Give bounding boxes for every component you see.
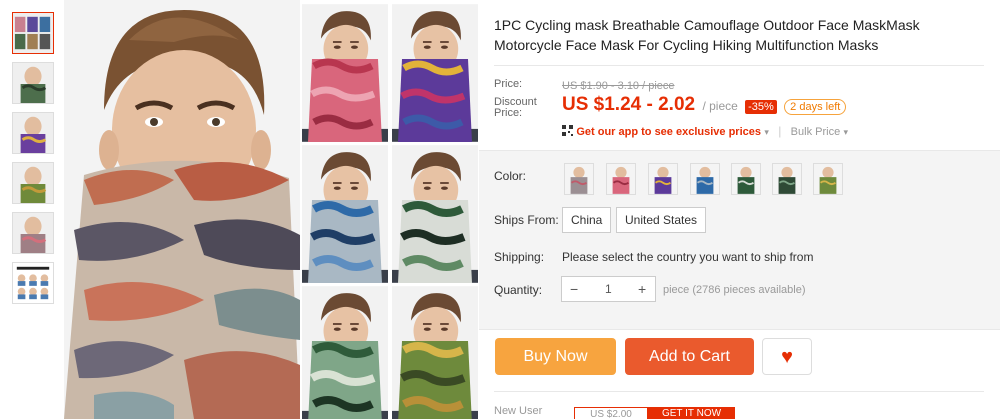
original-price-value: US $1.90 - 3.10 / piece [562,80,675,92]
color-swatch-yellow[interactable] [813,163,843,195]
title-divider [494,65,984,66]
app-promo-link[interactable]: Get our app to see exclusive prices [576,126,761,138]
color-swatch-blue[interactable] [690,163,720,195]
variant-image-yellow-camo[interactable] [392,286,478,419]
discount-price-row: US $1.24 - 2.02 / piece -35% 2 days left [562,94,847,116]
thumbnail-jungle-camo[interactable] [12,162,54,204]
quantity-minus-button[interactable]: − [570,277,578,301]
heart-icon: ♥ [781,346,793,368]
bottom-divider [494,391,984,392]
wishlist-button[interactable]: ♥ [762,338,812,375]
thumbnail-collage[interactable] [12,12,54,54]
get-it-now-button[interactable]: GET IT NOW [648,407,735,419]
quantity-stepper: − 1 + [561,276,656,302]
color-swatch-dark[interactable] [772,163,802,195]
quantity-input[interactable]: 1 [605,277,612,301]
thumbnail-list [12,12,56,312]
original-price: US $1.90 - 3.10 / piece [562,78,675,92]
variant-image-forest-camo[interactable] [302,286,388,419]
variant-image-green-camo[interactable] [392,145,478,283]
thumbnail-pink-gray[interactable] [12,212,54,254]
qr-code-icon [562,125,573,136]
color-variant-grid [302,0,478,419]
days-left-badge: 2 days left [784,99,847,115]
bulk-chevron-down-icon: ▾ [843,127,849,137]
product-title: 1PC Cycling mask Breathable Camouflage O… [494,17,920,53]
new-user-label: New User [494,405,543,417]
thumbnail-purple-camo[interactable] [12,112,54,154]
ships-from-label: Ships From: [494,213,559,227]
promo-divider: | [778,124,782,138]
app-promo-row: Get our app to see exclusive prices ▾ | … [562,124,848,138]
discount-price-value: US $1.24 - 2.02 [562,94,696,115]
quantity-plus-button[interactable]: + [638,277,646,301]
product-info: 1PC Cycling mask Breathable Camouflage O… [494,0,994,66]
quantity-availability: piece (2786 pieces available) [663,284,806,296]
discount-percent-badge: -35% [745,100,777,114]
discount-price-label: Discount Price: [494,97,537,119]
coupon-value: US $2.00 [574,407,648,419]
thumbnail-green-camo[interactable] [12,62,54,104]
main-product-image[interactable] [64,0,300,419]
variant-image-purple-camo[interactable] [392,4,478,142]
color-label: Color: [494,169,527,183]
variant-image-pink-camo[interactable] [302,4,388,142]
shipping-message: Please select the country you want to sh… [562,250,814,264]
shipping-label: Shipping: [494,250,545,264]
variant-image-blue-camo[interactable] [302,145,388,283]
buy-now-button[interactable]: Buy Now [495,338,616,375]
color-swatch-green[interactable] [731,163,761,195]
color-swatch-pink[interactable] [606,163,636,195]
add-to-cart-button[interactable]: Add to Cart [625,338,754,375]
discount-label-line2: Price: [494,107,523,119]
per-unit: / piece [702,99,738,113]
ships-from-united-states[interactable]: United States [616,207,707,233]
price-label: Price: [494,78,523,90]
quantity-label: Quantity: [494,283,543,297]
chevron-down-icon: ▾ [764,127,769,137]
bulk-price-dropdown[interactable]: Bulk Price [791,126,841,138]
thumbnail-how-to-wear[interactable] [12,262,54,304]
color-swatch-gray[interactable] [564,163,594,195]
color-swatch-purple[interactable] [648,163,678,195]
ships-from-china[interactable]: China [562,207,612,233]
